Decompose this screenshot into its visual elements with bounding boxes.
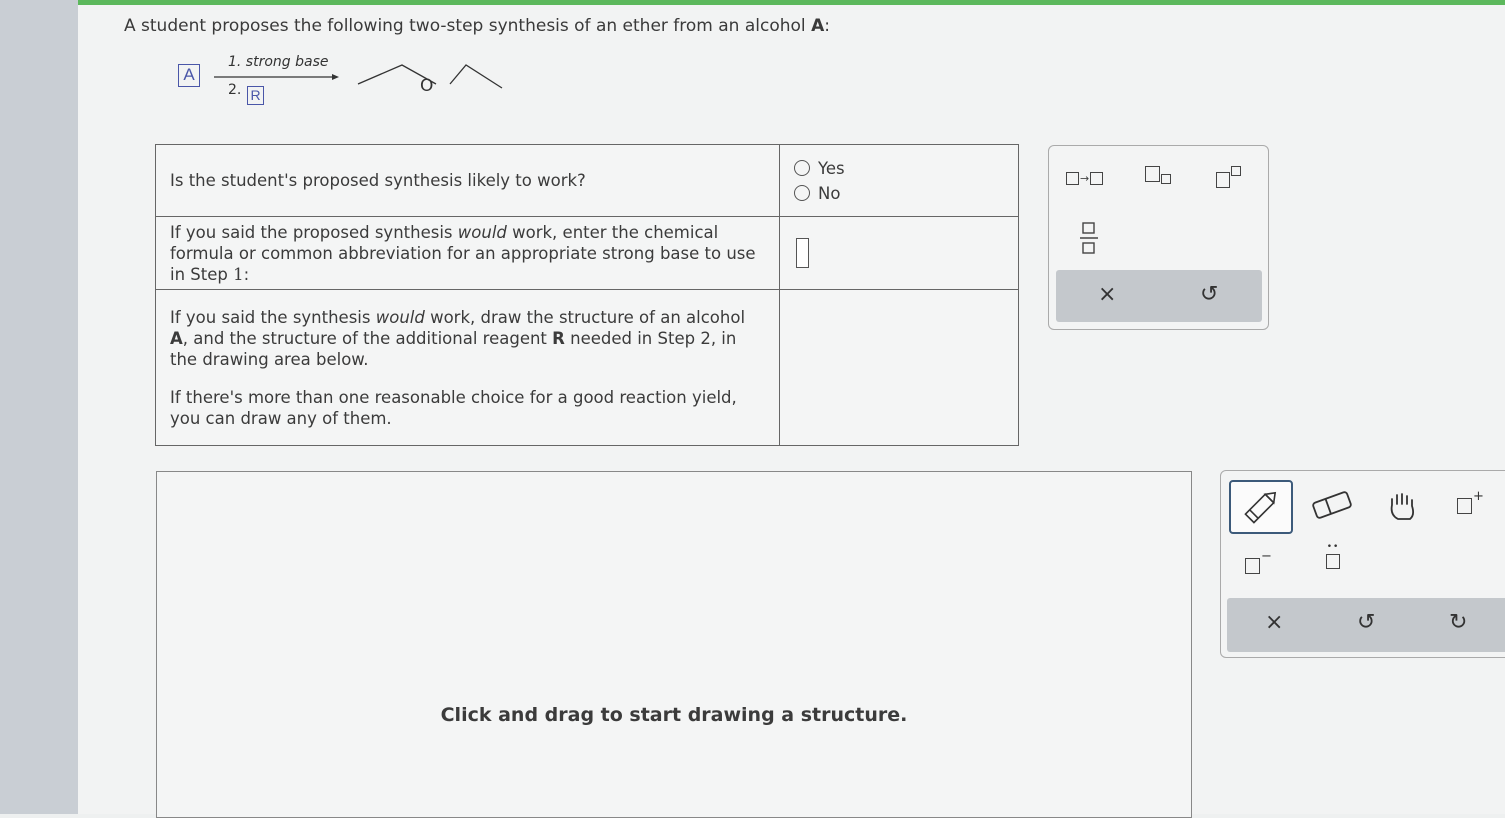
box-icon [1066, 171, 1079, 185]
subscript-button[interactable] [1145, 166, 1171, 184]
box-icon [1090, 171, 1104, 185]
step2-label: 2. [228, 82, 242, 98]
fraction-icon [1080, 222, 1098, 254]
row1-answer: Yes No [779, 144, 1019, 217]
toolbar-action-bar: × ↺ ↻ [1227, 598, 1505, 652]
pencil-tool-button[interactable] [1229, 480, 1293, 534]
row1-question: Is the student's proposed synthesis like… [155, 144, 780, 217]
radio-no-circle[interactable] [794, 185, 810, 201]
undo-drawing-button[interactable]: ↺ [1357, 610, 1375, 635]
radio-yes-circle[interactable] [794, 160, 810, 176]
drawing-hint: Click and drag to start drawing a struct… [440, 704, 908, 726]
reaction-arrow-button[interactable]: → [1066, 170, 1104, 186]
subscript-box-icon [1161, 174, 1171, 184]
left-margin-strip [0, 0, 78, 814]
add-charge-plus-button[interactable]: + [1457, 489, 1484, 514]
eraser-icon [1312, 491, 1352, 519]
palette-action-bar: × ↺ [1056, 270, 1262, 322]
minus-icon: − [1261, 549, 1272, 564]
undo-button[interactable]: ↺ [1200, 282, 1218, 307]
plus-icon: + [1473, 489, 1484, 504]
superscript-box-icon [1231, 166, 1241, 176]
box-icon [1145, 166, 1160, 182]
eraser-tool-button[interactable] [1307, 487, 1357, 527]
pencil-icon [1244, 491, 1277, 524]
row2-answer [779, 216, 1019, 290]
row3-question: If you said the synthesis would work, dr… [155, 289, 780, 446]
progress-bar [78, 0, 1505, 5]
row2-question: If you said the proposed synthesis would… [155, 216, 780, 290]
hand-icon [1390, 493, 1415, 520]
radio-no-label: No [818, 183, 841, 203]
radio-no[interactable]: No [794, 184, 1004, 203]
strong-base-input[interactable] [796, 238, 809, 268]
box-icon [1245, 558, 1260, 574]
oxygen-atom-label: O [420, 76, 434, 96]
box-icon [1216, 172, 1230, 188]
arrow-icon: → [1080, 172, 1090, 185]
lone-pair-button[interactable]: •• [1322, 543, 1344, 570]
clear-drawing-button[interactable]: × [1265, 610, 1283, 635]
drawing-area[interactable]: Click and drag to start drawing a struct… [156, 471, 1192, 818]
fraction-button[interactable] [1080, 222, 1098, 258]
question-text: A student proposes the following two-ste… [124, 16, 830, 36]
radio-yes[interactable]: Yes [794, 159, 1004, 178]
reactant-a-label: A [178, 64, 200, 87]
question-table: Is the student's proposed synthesis like… [155, 144, 1019, 446]
box-icon [1457, 498, 1472, 514]
redo-drawing-button[interactable]: ↻ [1449, 610, 1467, 635]
drawing-toolbar: + − •• × ↺ ↻ [1220, 470, 1505, 658]
superscript-button[interactable] [1216, 166, 1241, 188]
clear-button[interactable]: × [1098, 282, 1116, 307]
row3-answer [779, 289, 1019, 446]
reaction-scheme: A 1. strong base 2. R O [170, 48, 530, 118]
dots-icon: •• [1326, 542, 1340, 552]
add-charge-minus-button[interactable]: − [1245, 549, 1272, 574]
box-icon [1326, 554, 1340, 569]
reagent-r-label: R [247, 86, 264, 105]
formula-palette: → × ↺ [1048, 145, 1269, 330]
radio-yes-label: Yes [818, 158, 845, 178]
hand-tool-button[interactable] [1384, 489, 1424, 527]
step1-label: 1. strong base [228, 54, 329, 70]
